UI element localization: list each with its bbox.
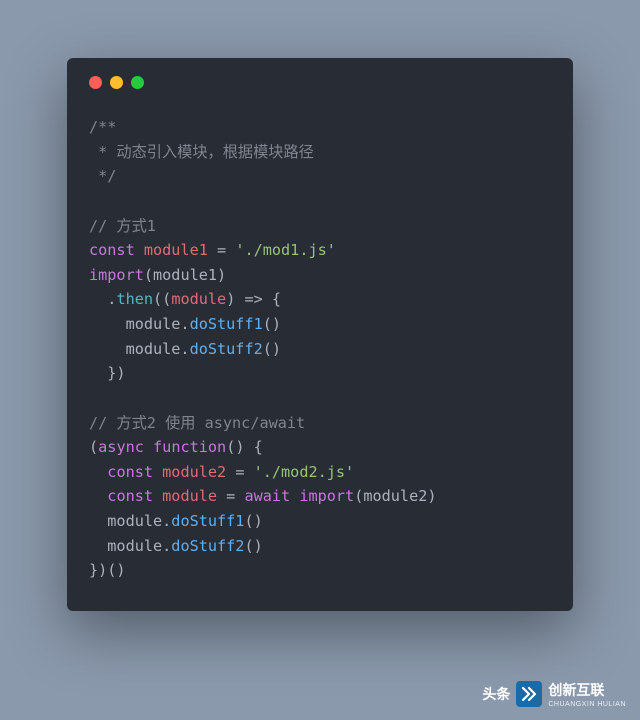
- footer-brand-text: 创新互联 CHUANGXIN HULIAN: [548, 680, 626, 708]
- code-text: module.: [89, 512, 171, 530]
- code-window: /** * 动态引入模块，根据模块路径 */ // 方式1 const modu…: [67, 58, 573, 611]
- code-text: [89, 487, 107, 505]
- comment-line: // 方式2 使用 async/await: [89, 414, 305, 432]
- keyword: import: [89, 266, 144, 284]
- code-text: .: [89, 290, 116, 308]
- operator: =: [226, 487, 244, 505]
- comment-line: /**: [89, 118, 116, 136]
- code-text: (): [263, 340, 281, 358]
- code-text: [290, 487, 299, 505]
- code-text: })(): [89, 561, 126, 579]
- code-text: (): [244, 537, 262, 555]
- code-text: () {: [226, 438, 263, 456]
- code-text: module.: [89, 340, 190, 358]
- keyword: async: [98, 438, 144, 456]
- keyword: import: [299, 487, 354, 505]
- brand-name: 创新互联: [548, 680, 626, 700]
- code-text: (): [263, 315, 281, 333]
- identifier: module1: [135, 241, 217, 259]
- function-call: doStuff2: [190, 340, 263, 358]
- code-text: module.: [89, 537, 171, 555]
- keyword: function: [153, 438, 226, 456]
- operator: =: [217, 241, 235, 259]
- string-literal: './mod1.js': [235, 241, 336, 259]
- code-text: (: [89, 438, 98, 456]
- code-text: }): [89, 364, 126, 382]
- function-call: doStuff1: [190, 315, 263, 333]
- operator: =: [235, 463, 253, 481]
- footer-prefix: 头条: [482, 684, 510, 704]
- code-text: ((: [153, 290, 171, 308]
- keyword: const: [107, 463, 153, 481]
- function-call: doStuff2: [171, 537, 244, 555]
- code-text: [144, 438, 153, 456]
- identifier: module: [171, 290, 226, 308]
- keyword: const: [89, 241, 135, 259]
- function-call: doStuff1: [171, 512, 244, 530]
- minimize-icon[interactable]: [110, 76, 123, 89]
- code-block: /** * 动态引入模块，根据模块路径 */ // 方式1 const modu…: [89, 115, 551, 583]
- brand-logo-icon: [516, 681, 542, 707]
- keyword: const: [107, 487, 153, 505]
- code-text: (module2): [354, 487, 436, 505]
- keyword: await: [244, 487, 290, 505]
- identifier: module: [153, 487, 226, 505]
- code-text: [89, 463, 107, 481]
- identifier: module2: [153, 463, 235, 481]
- code-text: ) => {: [226, 290, 281, 308]
- string-literal: './mod2.js': [254, 463, 355, 481]
- comment-line: */: [89, 167, 116, 185]
- comment-line: // 方式1: [89, 217, 156, 235]
- code-text: (): [244, 512, 262, 530]
- window-titlebar: [89, 76, 551, 89]
- code-text: (module1): [144, 266, 226, 284]
- brand-subtitle: CHUANGXIN HULIAN: [548, 701, 626, 708]
- footer-branding: 头条 创新互联 CHUANGXIN HULIAN: [482, 680, 626, 708]
- code-text: module.: [89, 315, 190, 333]
- maximize-icon[interactable]: [131, 76, 144, 89]
- method: then: [116, 290, 153, 308]
- close-icon[interactable]: [89, 76, 102, 89]
- comment-line: * 动态引入模块，根据模块路径: [89, 143, 314, 161]
